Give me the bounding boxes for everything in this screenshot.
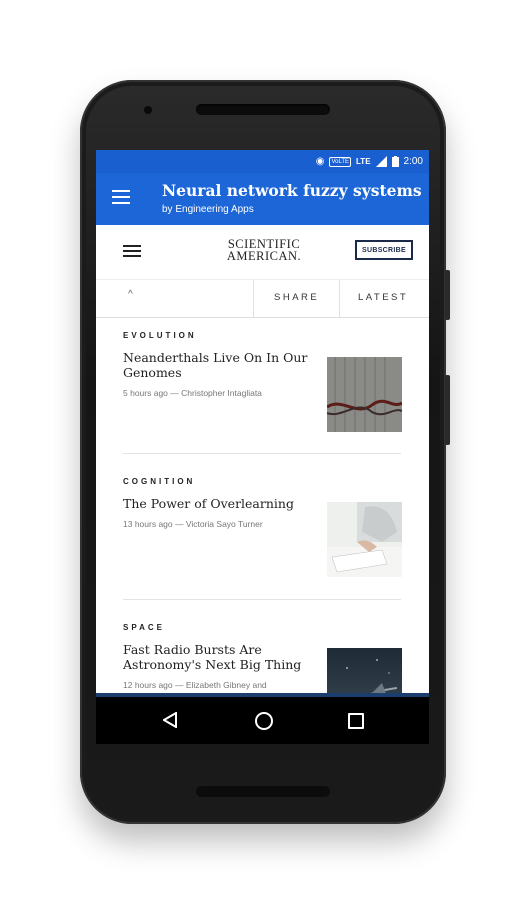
app-menu-icon[interactable]	[112, 190, 130, 208]
power-button	[445, 270, 450, 320]
dna-strand-image[interactable]	[327, 357, 402, 432]
front-camera	[144, 106, 152, 114]
back-icon[interactable]	[163, 712, 177, 728]
android-nav-bar	[96, 697, 429, 744]
network-type: LTE	[356, 157, 371, 166]
article-headline[interactable]: Fast Radio Bursts Are Astronomy's Next B…	[123, 642, 313, 672]
article-separator	[123, 599, 401, 600]
site-menu-icon[interactable]	[123, 245, 141, 260]
article-category: EVOLUTION	[123, 331, 197, 340]
app-subtitle: by Engineering Apps	[162, 204, 254, 215]
article-headline[interactable]: Neanderthals Live On In Our Genomes	[123, 350, 313, 380]
share-button[interactable]: SHARE	[274, 292, 319, 303]
bottom-speaker	[196, 786, 330, 797]
earpiece-speaker	[196, 104, 330, 115]
app-bar: Neural network fuzzy systems by Engineer…	[96, 173, 429, 225]
volte-badge: VoLTE	[329, 156, 352, 167]
signal-icon	[375, 156, 387, 167]
app-title: Neural network fuzzy systems	[162, 181, 422, 200]
writing-desk-image[interactable]	[327, 502, 402, 577]
subscribe-button[interactable]: SUBSCRIBE	[355, 240, 413, 260]
article-separator	[123, 453, 401, 454]
recents-icon[interactable]	[348, 713, 364, 729]
toolbar-divider	[253, 280, 254, 317]
collapse-caret-icon[interactable]: ^	[128, 289, 133, 300]
phone-screen: ◉ VoLTE LTE 2:00 Neural network fuzzy sy…	[96, 150, 429, 744]
article-headline[interactable]: The Power of Overlearning	[123, 496, 313, 511]
article-category: COGNITION	[123, 477, 196, 486]
status-bar: ◉ VoLTE LTE 2:00	[96, 150, 429, 173]
status-time: 2:00	[403, 156, 423, 167]
latest-button[interactable]: LATEST	[358, 292, 408, 303]
home-icon[interactable]	[255, 712, 273, 730]
toolbar-divider	[339, 280, 340, 317]
logo-line-2: AMERICAN.	[226, 249, 302, 263]
article-category: SPACE	[123, 623, 165, 632]
site-header: SCIENTIFIC AMERICAN. SUBSCRIBE	[96, 225, 429, 280]
article-toolbar: ^ SHARE LATEST	[96, 280, 429, 318]
battery-icon	[391, 156, 399, 167]
volume-button	[445, 375, 450, 445]
scientific-american-logo[interactable]: SCIENTIFIC AMERICAN.	[220, 238, 308, 263]
hotspot-icon: ◉	[315, 156, 325, 167]
